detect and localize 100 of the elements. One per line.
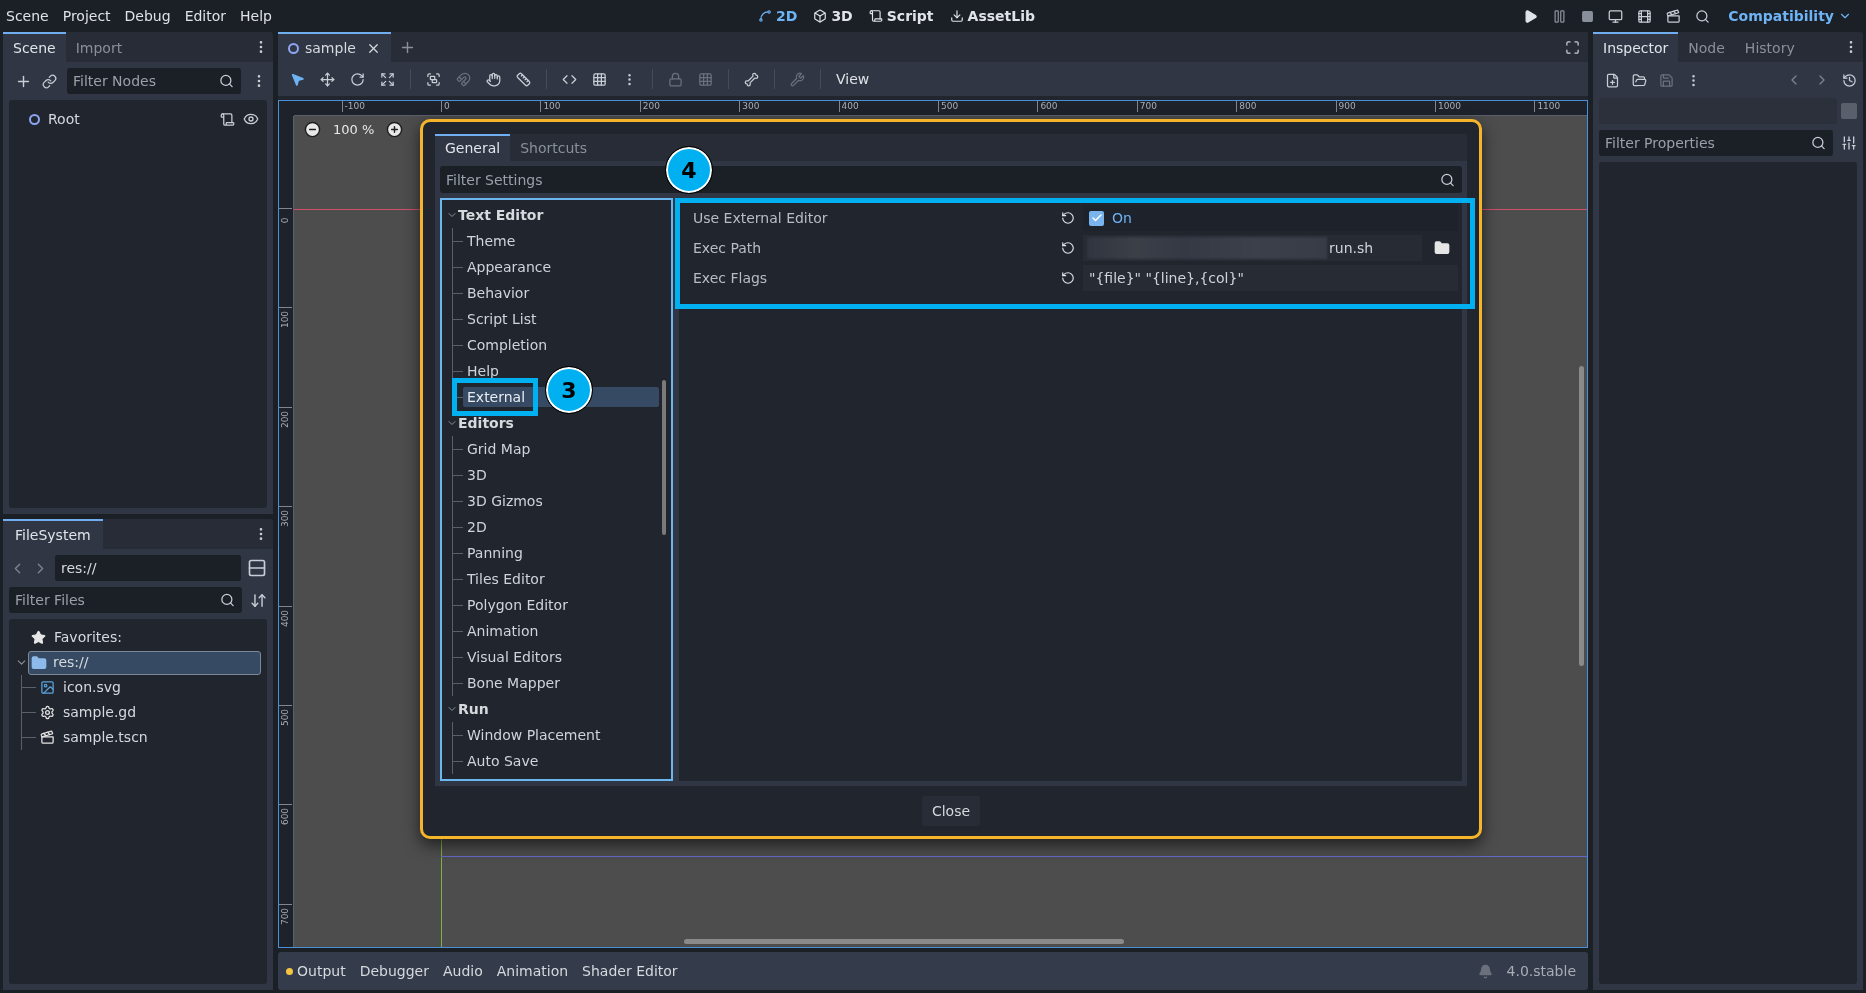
- tree-item[interactable]: Visual Editors: [463, 647, 566, 667]
- tree-item[interactable]: Window Placement: [463, 725, 605, 745]
- panel-tab[interactable]: General: [435, 134, 511, 161]
- bottom-tab[interactable]: Debugger: [359, 960, 429, 982]
- close-button[interactable]: Close: [921, 796, 981, 826]
- panel-tab[interactable]: Inspector: [1593, 32, 1679, 62]
- workspace-tab[interactable]: AssetLib: [949, 5, 1035, 27]
- tree-item[interactable]: Help: [463, 361, 503, 381]
- revert-icon[interactable]: [1061, 211, 1075, 225]
- tree-item[interactable]: Theme: [463, 231, 520, 251]
- tree-section[interactable]: Editors: [458, 412, 514, 434]
- menu-item[interactable]: Debug: [124, 5, 171, 27]
- renderer-dropdown[interactable]: Compatibility: [1724, 5, 1856, 27]
- scrollbar[interactable]: [684, 939, 1124, 944]
- link-icon[interactable]: [42, 73, 57, 89]
- tree-section[interactable]: Run: [458, 698, 489, 720]
- workspace-tab[interactable]: 3D: [813, 5, 853, 27]
- rotate-icon[interactable]: [350, 71, 365, 87]
- sort-icon[interactable]: [250, 591, 267, 609]
- filter-files-field[interactable]: Filter Files: [9, 587, 242, 613]
- ruler-icon[interactable]: [516, 71, 531, 87]
- scrollbar[interactable]: [1579, 366, 1584, 666]
- menu-item[interactable]: Project: [62, 5, 111, 27]
- save-icon[interactable]: [1659, 72, 1674, 88]
- path-field[interactable]: res://: [55, 555, 241, 581]
- tree-item[interactable]: Grid Map: [463, 439, 535, 459]
- film-icon[interactable]: [1637, 8, 1653, 24]
- tree-item[interactable]: Polygon Editor: [463, 595, 572, 615]
- panel-tab[interactable]: Node: [1678, 32, 1735, 62]
- tree-item[interactable]: Completion: [463, 335, 552, 355]
- bottom-tab[interactable]: Shader Editor: [582, 960, 678, 982]
- bottom-tab[interactable]: Audio: [442, 960, 483, 982]
- new-resource-icon[interactable]: [1605, 72, 1620, 88]
- zoom-in-icon[interactable]: [386, 121, 404, 139]
- filter-properties-field[interactable]: Filter Properties: [1599, 130, 1833, 156]
- panel-tab[interactable]: Shortcuts: [510, 134, 598, 161]
- list-select-icon[interactable]: [426, 71, 441, 87]
- workspace-tab[interactable]: Script: [868, 5, 934, 27]
- tree-item[interactable]: Appearance: [463, 257, 556, 277]
- panel-tab[interactable]: Scene: [3, 32, 66, 62]
- tree-item[interactable]: 3D Gizmos: [463, 491, 547, 511]
- history-icon[interactable]: [1842, 72, 1857, 88]
- tree-item[interactable]: Animation: [463, 621, 543, 641]
- star-icon: [31, 630, 46, 645]
- menu-item[interactable]: Help: [240, 5, 272, 27]
- tree-item[interactable]: sample.tscn: [36, 727, 152, 748]
- tree-item[interactable]: 3D: [463, 465, 491, 485]
- revert-icon[interactable]: [1061, 241, 1075, 255]
- eye-icon[interactable]: [243, 111, 259, 127]
- layout-icon[interactable]: [247, 558, 267, 578]
- exec-flags-field[interactable]: "{file}" "{line},{col}": [1083, 265, 1458, 291]
- tree-section[interactable]: Text Editor: [458, 204, 544, 226]
- pan-icon[interactable]: [486, 71, 501, 87]
- clapperboard-icon[interactable]: [1666, 8, 1682, 24]
- scroll-icon[interactable]: [220, 111, 235, 127]
- bottom-tab[interactable]: Animation: [496, 960, 569, 982]
- editor-tab[interactable]: sample: [278, 32, 391, 62]
- tree-item[interactable]: res://: [28, 650, 261, 675]
- move-icon[interactable]: [320, 71, 335, 87]
- tree-item[interactable]: Auto Save: [463, 751, 543, 771]
- tree-item[interactable]: Root: [48, 108, 80, 130]
- fullscreen-icon[interactable]: [1565, 39, 1580, 55]
- panel-tab[interactable]: FileSystem: [3, 519, 103, 549]
- bone-icon[interactable]: [744, 71, 759, 87]
- tree-item[interactable]: 2D: [463, 517, 491, 537]
- tree-item[interactable]: Bone Mapper: [463, 673, 564, 693]
- view-menu[interactable]: View: [836, 68, 870, 90]
- play-icon[interactable]: [1523, 8, 1539, 24]
- scrollbar[interactable]: [662, 380, 666, 535]
- panel-tab[interactable]: Import: [65, 32, 133, 62]
- zoom-out-icon[interactable]: [304, 121, 321, 139]
- tree-item[interactable]: Script List: [463, 309, 541, 329]
- stop-icon[interactable]: [1581, 9, 1595, 23]
- sliders-icon[interactable]: [1841, 135, 1857, 151]
- tree-item[interactable]: Tiles Editor: [463, 569, 549, 589]
- bottom-tab[interactable]: Output: [286, 960, 346, 982]
- monitor-icon[interactable]: [1608, 8, 1624, 24]
- workspace-tab[interactable]: 2D: [758, 5, 798, 27]
- search-icon[interactable]: [1695, 8, 1711, 24]
- menu-item[interactable]: Editor: [184, 5, 227, 27]
- lock-icon[interactable]: [668, 71, 683, 87]
- pause-icon[interactable]: [1552, 8, 1568, 24]
- select-icon[interactable]: [290, 71, 305, 87]
- folder-icon[interactable]: [1434, 240, 1450, 256]
- wrench-icon[interactable]: [790, 71, 805, 87]
- filter-nodes-field[interactable]: Filter Nodes: [67, 68, 241, 94]
- favorites-label[interactable]: Favorites:: [54, 627, 122, 648]
- grid-icon[interactable]: [592, 71, 607, 87]
- exec-path-field[interactable]: run.sh: [1083, 235, 1422, 261]
- tree-item[interactable]: sample.gd: [36, 702, 141, 723]
- checkbox-box[interactable]: [1089, 210, 1104, 226]
- open-folder-icon[interactable]: [1632, 72, 1647, 88]
- revert-icon[interactable]: [1061, 271, 1075, 285]
- zoom-level[interactable]: 100 %: [333, 120, 375, 140]
- tree-item[interactable]: icon.svg: [36, 677, 125, 698]
- panel-tab[interactable]: History: [1734, 32, 1805, 62]
- scale-icon[interactable]: [380, 71, 395, 87]
- tree-item[interactable]: Panning: [463, 543, 527, 563]
- tree-item[interactable]: Behavior: [463, 283, 534, 303]
- menu-item[interactable]: Scene: [6, 5, 49, 27]
